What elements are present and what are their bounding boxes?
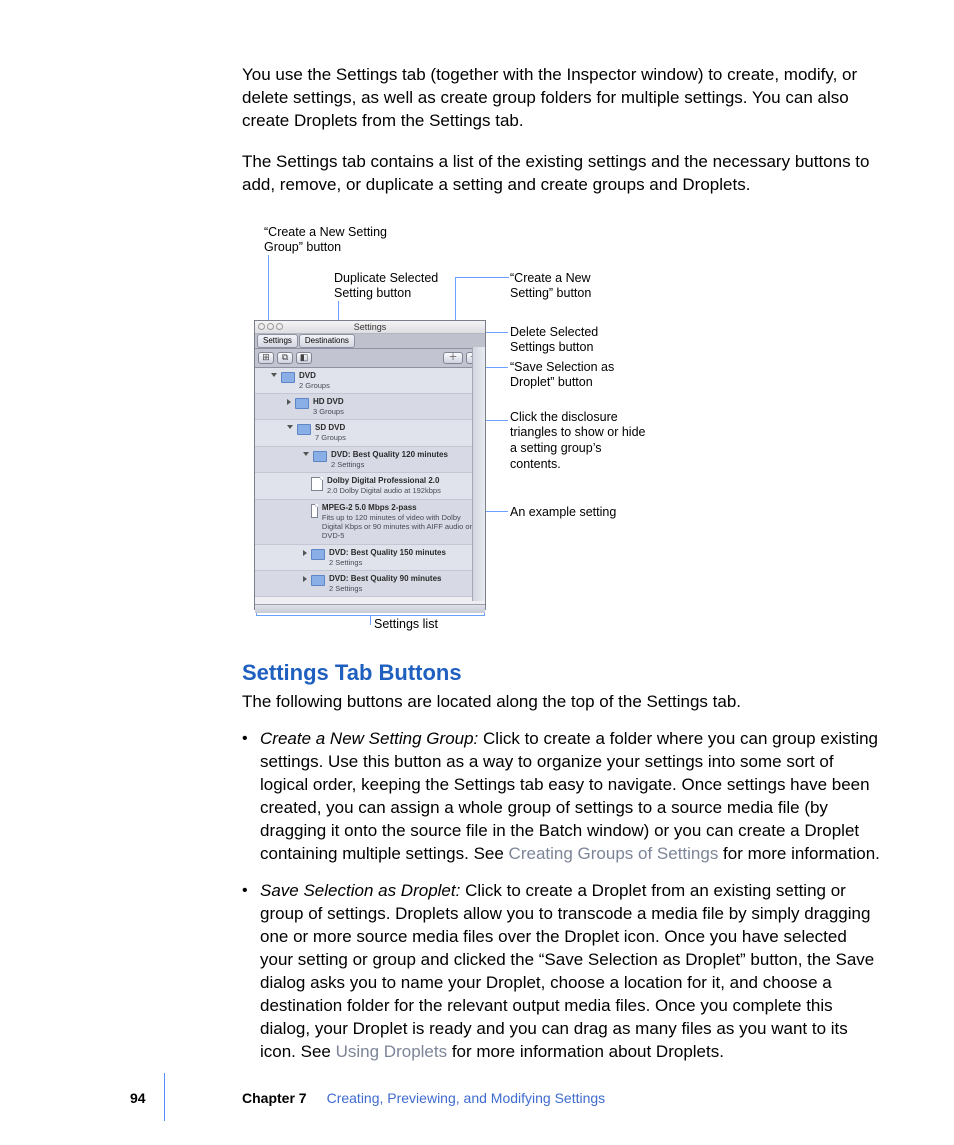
folder-icon [295,398,309,409]
window-titlebar: Settings [255,321,485,334]
list-row-setting[interactable]: MPEG-2 5.0 Mbps 2-passFits up to 120 min… [255,500,485,545]
chapter-title: Creating, Previewing, and Modifying Sett… [327,1090,606,1106]
leader-line [370,615,371,625]
folder-icon [311,549,325,560]
settings-list: DVD2 Groups HD DVD3 Groups SD DVD7 Group… [255,368,485,604]
save-droplet-button[interactable]: ◧ [296,352,312,364]
callout-delete: Delete Selected Settings button [510,325,620,356]
setting-file-icon [311,504,318,518]
scrollbar[interactable] [472,347,485,601]
list-row-group[interactable]: DVD: Best Quality 120 minutes2 Settings [255,447,485,473]
disclosure-triangle-icon[interactable] [303,452,309,456]
footer-chapter: Chapter 7 Creating, Previewing, and Modif… [242,1089,605,1108]
link-using-droplets[interactable]: Using Droplets [336,1042,448,1061]
callout-settings-list: Settings list [374,617,438,633]
list-row-group[interactable]: SD DVD7 Groups [255,420,485,446]
folder-icon [313,451,327,462]
settings-tab-figure: “Create a New Setting Group” button Dupl… [254,215,874,630]
bullet-body: Click to create a folder where you can g… [260,729,878,863]
callout-duplicate: Duplicate Selected Setting button [334,271,454,302]
footer-divider [164,1073,165,1121]
bullet-list: Create a New Setting Group: Click to cre… [242,728,882,1063]
list-row-group[interactable]: HD DVD3 Groups [255,394,485,420]
bullet-body-tail: for more information about Droplets. [447,1042,724,1061]
callout-new-setting: “Create a New Setting” button [510,271,620,302]
list-row-group[interactable]: DVD: Best Quality 90 minutes2 Settings [255,571,485,597]
link-creating-groups[interactable]: Creating Groups of Settings [509,844,719,863]
window-footer [255,604,485,613]
intro-paragraph-1: You use the Settings tab (together with … [242,64,882,133]
section-heading: Settings Tab Buttons [242,658,882,688]
page-number: 94 [130,1089,146,1108]
disclosure-triangle-icon[interactable] [287,425,293,429]
setting-file-icon [311,477,323,491]
duplicate-button[interactable]: ⧉ [277,352,293,364]
leader-line [455,277,509,278]
traffic-lights[interactable] [258,323,283,330]
tab-destinations[interactable]: Destinations [299,334,355,348]
callout-new-group: “Create a New Setting Group” button [264,225,394,256]
bullet-body: Click to create a Droplet from an existi… [260,881,874,1061]
disclosure-triangle-icon[interactable] [271,373,277,377]
bullet-item-save-droplet: Save Selection as Droplet: Click to crea… [242,880,882,1064]
new-group-button[interactable]: ⊞ [258,352,274,364]
callout-example: An example setting [510,505,640,521]
window-title: Settings [354,322,387,332]
window-tabs: Settings Destinations [255,334,485,349]
chapter-label: Chapter 7 [242,1090,307,1106]
bullet-body-tail: for more information. [718,844,880,863]
disclosure-triangle-icon[interactable] [303,576,307,582]
window-toolbar: ⊞ ⧉ ◧ ＋ － [255,349,485,368]
folder-icon [281,372,295,383]
bullet-term: Create a New Setting Group: [260,729,483,748]
disclosure-triangle-icon[interactable] [287,399,291,405]
folder-icon [297,424,311,435]
settings-window: Settings Settings Destinations ⊞ ⧉ ◧ ＋ － [254,320,486,610]
bullet-term: Save Selection as Droplet: [260,881,465,900]
folder-icon [311,575,325,586]
callout-disclosure: Click the disclosure triangles to show o… [510,410,650,473]
page-footer: 94 Chapter 7 Creating, Previewing, and Mo… [0,1091,954,1111]
tab-settings[interactable]: Settings [257,334,298,348]
section-intro: The following buttons are located along … [242,691,882,714]
new-setting-button[interactable]: ＋ [443,352,463,364]
intro-paragraph-2: The Settings tab contains a list of the … [242,151,882,197]
body-column: You use the Settings tab (together with … [242,64,882,1063]
disclosure-triangle-icon[interactable] [303,550,307,556]
list-row-group[interactable]: DVD: Best Quality 150 minutes2 Settings [255,545,485,571]
list-row-setting[interactable]: Dolby Digital Professional 2.02.0 Dolby … [255,473,485,499]
list-row-group[interactable]: DVD2 Groups [255,368,485,394]
page: You use the Settings tab (together with … [0,0,954,1145]
callout-save-droplet: “Save Selection as Droplet” button [510,360,640,391]
bullet-item-new-group: Create a New Setting Group: Click to cre… [242,728,882,866]
